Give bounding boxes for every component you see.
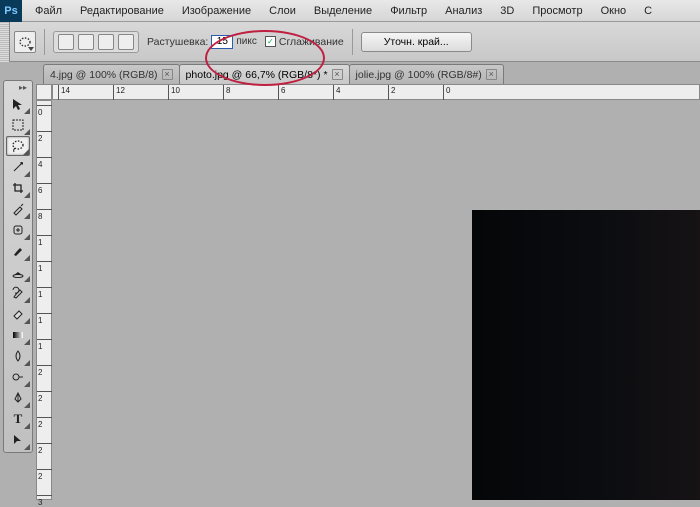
feather-unit: пикс (236, 36, 257, 47)
menu-help[interactable]: С (635, 0, 661, 22)
document-tab[interactable]: photo.jpg @ 66,7% (RGB/8*) * × (179, 64, 350, 84)
menu-view[interactable]: Просмотр (523, 0, 591, 22)
eraser-tool[interactable] (6, 304, 30, 324)
move-tool[interactable] (6, 94, 30, 114)
document-image (472, 210, 700, 500)
document-tab-label: photo.jpg @ 66,7% (RGB/8*) * (186, 69, 328, 81)
marquee-tool[interactable] (6, 115, 30, 135)
menu-layer[interactable]: Слои (260, 0, 305, 22)
ruler-vertical[interactable]: 0 2 4 6 8 1 1 1 1 1 2 2 2 2 2 3 (36, 100, 52, 500)
menu-select[interactable]: Выделение (305, 0, 381, 22)
document-tab-label: 4.jpg @ 100% (RGB/8) (50, 69, 158, 81)
toolbox: ▸▸ T (3, 80, 33, 453)
ruler-horizontal[interactable]: 14 12 10 8 6 4 2 0 (52, 84, 700, 100)
close-icon[interactable]: × (162, 69, 173, 80)
crop-tool[interactable] (6, 178, 30, 198)
type-tool[interactable]: T (6, 409, 30, 429)
toolbox-collapse[interactable]: ▸▸ (6, 83, 30, 93)
ruler-origin[interactable] (36, 84, 52, 100)
selection-subtract-button[interactable] (98, 34, 114, 50)
gradient-tool[interactable] (6, 325, 30, 345)
path-select-tool[interactable] (6, 430, 30, 450)
menu-edit[interactable]: Редактирование (71, 0, 173, 22)
app-logo: Ps (0, 0, 22, 22)
separator (352, 29, 353, 55)
canvas[interactable] (52, 100, 700, 500)
feather-label: Растушевка: (147, 36, 208, 48)
menu-file[interactable]: Файл (26, 0, 71, 22)
magic-wand-tool[interactable] (6, 157, 30, 177)
work-area: 14 12 10 8 6 4 2 0 0 2 4 6 8 1 1 1 1 1 2… (36, 84, 700, 500)
menu-3d[interactable]: 3D (491, 0, 523, 22)
antialias-checkbox[interactable]: ✓ (265, 36, 276, 47)
selection-mode-group (53, 31, 139, 53)
selection-intersect-button[interactable] (118, 34, 134, 50)
clone-stamp-tool[interactable] (6, 262, 30, 282)
menu-filter[interactable]: Фильтр (381, 0, 436, 22)
healing-brush-tool[interactable] (6, 220, 30, 240)
separator (44, 29, 45, 55)
antialias-label: Сглаживание (279, 36, 344, 48)
lasso-tool[interactable] (6, 136, 30, 156)
tool-preset-picker[interactable] (14, 31, 36, 53)
selection-new-button[interactable] (58, 34, 74, 50)
menubar: Ps Файл Редактирование Изображение Слои … (0, 0, 700, 22)
options-bar: Растушевка: пикс ✓ Сглаживание Уточн. кр… (0, 22, 700, 62)
close-icon[interactable]: × (486, 69, 497, 80)
document-tab-label: jolie.jpg @ 100% (RGB/8#) (356, 69, 482, 81)
close-icon[interactable]: × (332, 69, 343, 80)
options-bar-handle[interactable] (0, 22, 10, 62)
selection-add-button[interactable] (78, 34, 94, 50)
eyedropper-tool[interactable] (6, 199, 30, 219)
menu-window[interactable]: Окно (592, 0, 636, 22)
feather-input[interactable] (211, 35, 233, 49)
blur-tool[interactable] (6, 346, 30, 366)
document-tab-strip: 4.jpg @ 100% (RGB/8) × photo.jpg @ 66,7%… (43, 64, 503, 84)
document-tab[interactable]: 4.jpg @ 100% (RGB/8) × (43, 64, 180, 84)
pen-tool[interactable] (6, 388, 30, 408)
menu-analysis[interactable]: Анализ (436, 0, 491, 22)
history-brush-tool[interactable] (6, 283, 30, 303)
dodge-tool[interactable] (6, 367, 30, 387)
refine-edge-button[interactable]: Уточн. край... (361, 32, 472, 52)
document-tab[interactable]: jolie.jpg @ 100% (RGB/8#) × (349, 64, 504, 84)
brush-tool[interactable] (6, 241, 30, 261)
menu-image[interactable]: Изображение (173, 0, 260, 22)
